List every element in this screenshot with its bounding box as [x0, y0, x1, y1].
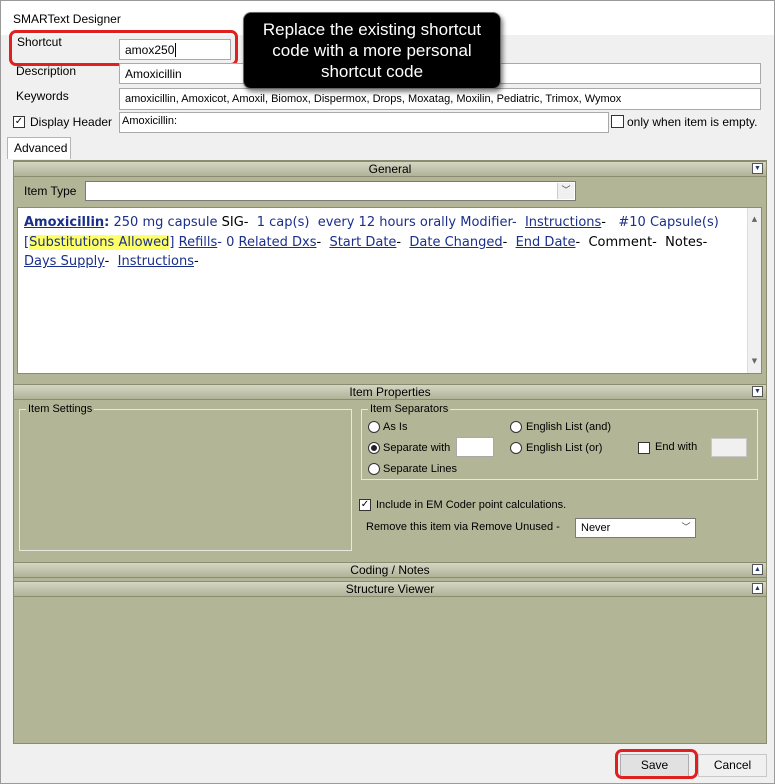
smartext-editor[interactable]: Amoxicillin: 250 mg capsule SIG- 1 cap(s…: [17, 207, 762, 374]
include-em-checkbox[interactable]: ✓: [359, 499, 371, 511]
instructions-link[interactable]: Instructions: [525, 215, 601, 230]
shortcut-highlight: [9, 30, 238, 66]
caps-text: 1 cap(s) every 12 hours orally: [248, 215, 461, 230]
window-title: SMARText Designer: [13, 12, 121, 26]
radio-english-or[interactable]: [510, 442, 522, 454]
end-date-link[interactable]: End Date: [516, 235, 576, 250]
radio-separate-with-label: Separate with: [383, 442, 451, 454]
include-em-label: Include in EM Coder point calculations.: [376, 499, 567, 511]
remove-unused-value: Never: [581, 522, 611, 534]
radio-english-and-label: English List (and): [526, 421, 611, 433]
tab-advanced[interactable]: Advanced: [7, 137, 71, 159]
quantity-text: #10 Capsule(s): [606, 215, 719, 230]
collapse-icon[interactable]: ▼: [752, 163, 763, 174]
cancel-button[interactable]: Cancel: [698, 754, 767, 777]
notes-text[interactable]: Notes-: [665, 235, 707, 250]
radio-as-is-label: As Is: [383, 421, 408, 433]
only-when-empty-checkbox[interactable]: [611, 115, 624, 128]
remove-unused-label: Remove this item via Remove Unused -: [366, 521, 560, 533]
refills-value: - 0: [217, 234, 239, 250]
start-date-link[interactable]: Start Date: [329, 235, 396, 250]
dash-text: -: [502, 234, 516, 250]
general-section-header[interactable]: General ▼: [13, 161, 767, 177]
scroll-down-icon[interactable]: ▼: [748, 352, 761, 372]
remove-unused-select[interactable]: Never ﹀: [575, 518, 696, 538]
save-highlight: [615, 749, 698, 779]
item-type-label: Item Type: [24, 184, 77, 198]
comment-text[interactable]: Comment-: [588, 235, 656, 250]
structure-viewer-header-label: Structure Viewer: [345, 582, 435, 596]
item-settings-label: Item Settings: [26, 403, 95, 415]
radio-english-or-label: English List (or): [526, 442, 603, 454]
structure-viewer-section-header[interactable]: Structure Viewer ▲: [13, 581, 767, 597]
dash-text: -: [104, 254, 118, 269]
radio-as-is[interactable]: [368, 421, 380, 433]
keywords-label: Keywords: [16, 89, 69, 103]
coding-notes-section-header[interactable]: Coding / Notes ▲: [13, 562, 767, 578]
bracket-close: ]: [169, 234, 175, 250]
description-label: Description: [16, 64, 77, 78]
keywords-input[interactable]: amoxicillin, Amoxicot, Amoxil, Biomox, D…: [119, 88, 761, 110]
scroll-up-icon[interactable]: ▲: [748, 210, 761, 230]
smartext-designer-window: SMARText Designer Shortcut amox250 Descr…: [0, 0, 775, 784]
sig-text: SIG-: [221, 215, 249, 230]
substitutions-allowed-text[interactable]: Substitutions Allowed: [29, 234, 170, 250]
header-text-input[interactable]: Amoxicillin:: [119, 112, 609, 133]
item-type-select[interactable]: ﹀: [85, 181, 576, 201]
chevron-down-icon[interactable]: ﹀: [678, 520, 694, 536]
end-with-checkbox[interactable]: [638, 442, 650, 454]
editor-scrollbar[interactable]: ▲ ▼: [747, 208, 761, 373]
only-when-empty-label: only when item is empty.: [627, 115, 758, 129]
display-header-label: Display Header: [30, 115, 113, 129]
expand-icon[interactable]: ▲: [752, 583, 763, 594]
modifier-text: Modifier-: [460, 215, 517, 230]
end-with-label: End with: [655, 441, 698, 453]
radio-english-and[interactable]: [510, 421, 522, 433]
separator-input[interactable]: [456, 437, 494, 457]
coding-notes-header-label: Coding / Notes: [350, 563, 430, 577]
dash-text: -: [575, 234, 589, 250]
instructions-link-2[interactable]: Instructions: [118, 254, 194, 269]
days-supply-link[interactable]: Days Supply: [24, 254, 105, 269]
display-header-checkbox[interactable]: ✓: [13, 116, 25, 128]
dash-text: -: [193, 254, 199, 269]
dash-text: -: [316, 234, 330, 250]
dash-text: -: [396, 234, 410, 250]
item-properties-header-label: Item Properties: [349, 385, 431, 399]
item-separators-label: Item Separators: [368, 403, 451, 415]
item-name-link[interactable]: Amoxicillin: [24, 215, 104, 230]
radio-separate-lines-label: Separate Lines: [383, 463, 457, 475]
instruction-tooltip: Replace the existing shortcut code with …: [243, 12, 501, 89]
chevron-down-icon[interactable]: ﹀: [557, 183, 574, 199]
expand-icon[interactable]: ▲: [752, 564, 763, 575]
date-changed-link[interactable]: Date Changed: [409, 235, 502, 250]
end-with-input[interactable]: [711, 438, 747, 457]
radio-separate-with[interactable]: [368, 442, 380, 454]
related-dxs-link[interactable]: Related Dxs: [239, 235, 317, 250]
radio-separate-lines[interactable]: [368, 463, 380, 475]
general-header-label: General: [368, 162, 412, 176]
refills-link[interactable]: Refills: [179, 235, 218, 250]
dose-text: 250 mg capsule: [109, 215, 222, 230]
item-settings-group: [19, 409, 352, 551]
collapse-icon[interactable]: ▼: [752, 386, 763, 397]
item-properties-section-header[interactable]: Item Properties ▼: [13, 384, 767, 400]
